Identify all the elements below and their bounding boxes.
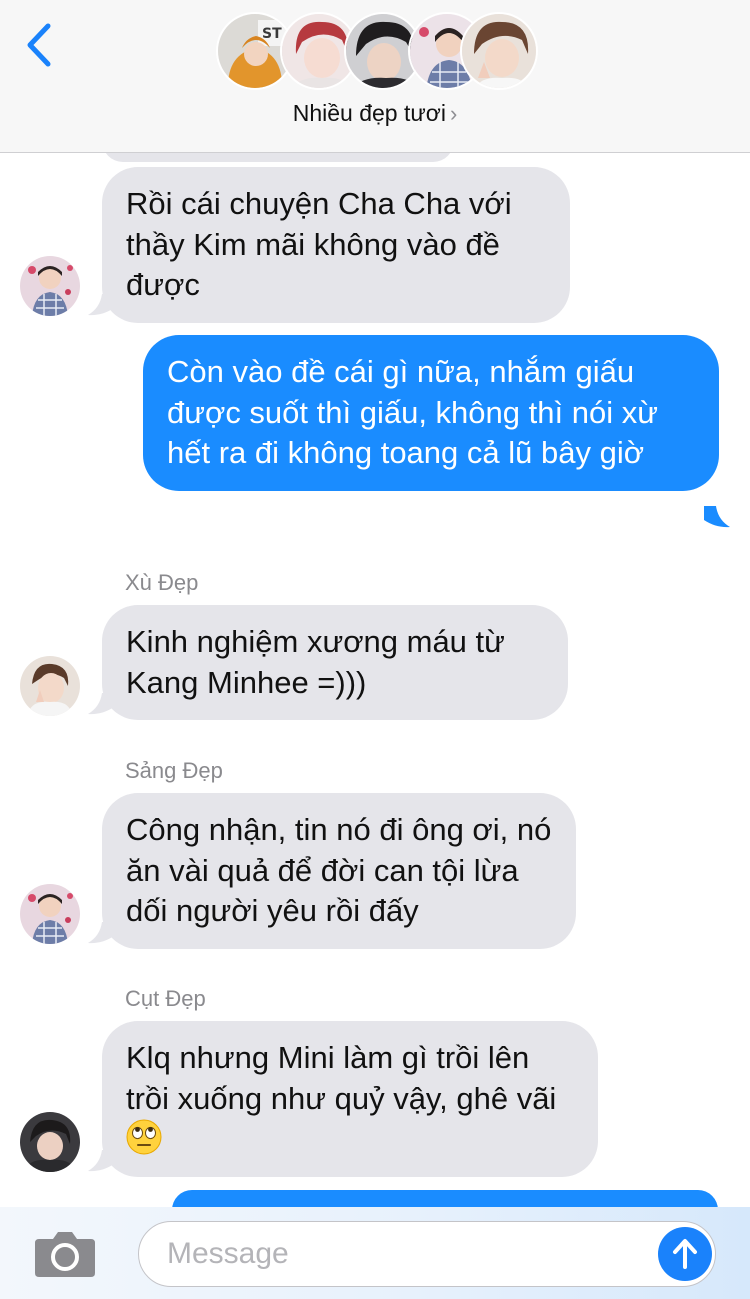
group-name-button[interactable]: Nhiều đẹp tươi ›	[0, 100, 750, 127]
avatar[interactable]	[20, 656, 80, 716]
message-bubble-incoming[interactable]: Kinh nghiệm xương máu từ Kang Minhee =))…	[102, 605, 568, 720]
composer-bar	[0, 1207, 750, 1299]
chevron-left-icon	[27, 23, 51, 67]
bubble-tail	[88, 922, 114, 944]
message-bubble-incoming[interactable]: Klq nhưng Mini làm gì trồi lên trồi xuốn…	[102, 1021, 598, 1177]
avatar-photo	[20, 656, 80, 716]
group-avatars[interactable]: ST	[216, 12, 538, 94]
message-bubble-incoming[interactable]: Rồi cái chuyện Cha Cha với thầy Kim mãi …	[102, 167, 570, 323]
sender-name: Sảng Đẹp	[125, 758, 223, 783]
svg-text:ST: ST	[262, 26, 282, 42]
face-with-rolling-eyes-icon	[126, 1119, 162, 1155]
sender-name: Xù Đẹp	[125, 570, 199, 595]
conversation-header: ST Nhiều đẹp tươi ›	[0, 0, 750, 153]
message-text: Kinh nghiệm xương máu từ Kang Minhee =))…	[126, 624, 505, 700]
message-list[interactable]: Rồi cái chuyện Cha Cha với thầy Kim mãi …	[0, 0, 750, 1299]
avatar-photo	[20, 256, 80, 316]
avatar-photo	[20, 884, 80, 944]
bubble-tail	[88, 294, 114, 316]
message-text: Rồi cái chuyện Cha Cha với thầy Kim mãi …	[126, 186, 512, 302]
message-input[interactable]	[138, 1221, 716, 1287]
bubble-tail	[704, 506, 730, 528]
message-text: Công nhận, tin nó đi ông ơi, nó ăn vài q…	[126, 812, 552, 928]
group-name: Nhiều đẹp tươi	[292, 100, 446, 126]
message-bubble-incoming[interactable]: Công nhận, tin nó đi ông ơi, nó ăn vài q…	[102, 793, 576, 949]
send-button[interactable]	[658, 1227, 712, 1281]
back-button[interactable]	[20, 20, 60, 70]
avatar[interactable]	[20, 1112, 80, 1172]
camera-icon	[35, 1232, 95, 1277]
bubble-tail	[88, 1150, 114, 1172]
avatar-photo	[20, 1112, 80, 1172]
avatar[interactable]	[20, 884, 80, 944]
message-text: Klq nhưng Mini làm gì trồi lên trồi xuốn…	[126, 1040, 557, 1116]
camera-button[interactable]	[33, 1229, 97, 1279]
message-bubble-outgoing[interactable]: Còn vào đề cái gì nữa, nhắm giấu được su…	[143, 335, 719, 491]
avatar-photo	[462, 14, 536, 88]
message-text: Còn vào đề cái gì nữa, nhắm giấu được su…	[167, 354, 658, 470]
sender-name: Cụt Đẹp	[125, 986, 206, 1011]
chevron-right-icon: ›	[449, 101, 458, 126]
arrow-up-icon	[673, 1239, 697, 1269]
avatar	[460, 12, 538, 90]
avatar[interactable]	[20, 256, 80, 316]
bubble-tail	[88, 693, 114, 715]
